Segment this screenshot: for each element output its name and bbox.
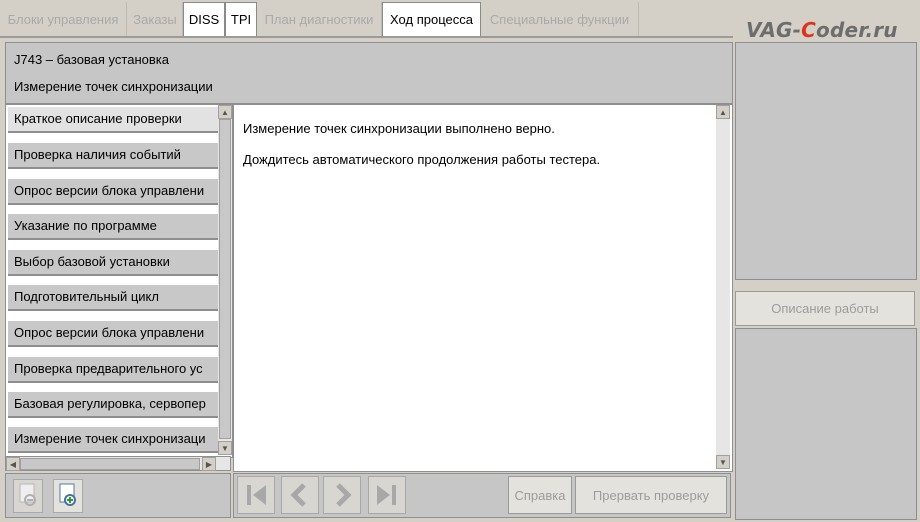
- tab-bar-divider: [0, 36, 733, 38]
- step-item[interactable]: Опрос версии блока управлени: [8, 321, 219, 347]
- tab-orders[interactable]: Заказы: [128, 2, 183, 36]
- message-panel: Измерение точек синхронизации выполнено …: [233, 104, 733, 472]
- chevron-right-icon: [336, 483, 352, 507]
- step-list-vscrollbar[interactable]: ▲ ▼: [218, 105, 232, 455]
- previous-step-button[interactable]: [281, 476, 319, 514]
- tab-special-functions[interactable]: Специальные функции: [481, 2, 639, 36]
- step-item[interactable]: Базовая регулировка, сервопер: [8, 392, 219, 418]
- message-line-1: Измерение точек синхронизации выполнено …: [243, 121, 555, 136]
- zoom-out-document-icon: [19, 483, 36, 506]
- scroll-thumb[interactable]: [219, 119, 231, 439]
- step-list-hscrollbar[interactable]: ◀ ▶: [5, 456, 231, 471]
- scroll-up-icon[interactable]: ▲: [716, 105, 730, 119]
- scroll-down-icon[interactable]: ▼: [218, 441, 232, 455]
- operation-title: Измерение точек синхронизации: [14, 79, 213, 94]
- message-line-2: Дождитесь автоматического продолжения ра…: [243, 152, 601, 167]
- step-item[interactable]: Выбор базовой установки: [8, 250, 219, 276]
- last-step-button[interactable]: [368, 476, 406, 514]
- hscroll-thumb[interactable]: [20, 458, 200, 470]
- step-item[interactable]: Краткое описание проверки: [8, 107, 219, 133]
- zoom-in-document-button[interactable]: [53, 479, 83, 513]
- first-step-button[interactable]: [237, 476, 275, 514]
- step-item[interactable]: Проверка наличия событий: [8, 143, 219, 169]
- right-info-panel: [735, 42, 917, 280]
- scroll-up-icon[interactable]: ▲: [218, 105, 232, 119]
- control-unit-title: J743 – базовая установка: [14, 52, 169, 67]
- scroll-down-icon[interactable]: ▼: [716, 455, 730, 469]
- skip-last-icon: [377, 485, 396, 505]
- scroll-right-icon[interactable]: ▶: [202, 457, 216, 471]
- tab-process-flow[interactable]: Ход процесса: [382, 2, 481, 36]
- next-step-button[interactable]: [323, 476, 361, 514]
- work-description-button[interactable]: Описание работы: [735, 291, 915, 326]
- step-item[interactable]: Подготовительный цикл: [8, 285, 219, 311]
- step-item[interactable]: Указание по программе: [8, 214, 219, 240]
- zoom-out-document-button[interactable]: [13, 479, 43, 513]
- skip-first-icon: [247, 485, 266, 505]
- step-item[interactable]: Измерение точек синхронизаци: [8, 427, 219, 453]
- step-list: Краткое описание проверки Проверка налич…: [5, 104, 233, 458]
- right-lower-panel: [735, 328, 917, 520]
- tab-control-units[interactable]: Блоки управления: [0, 2, 127, 36]
- tab-tpi[interactable]: TPI: [225, 2, 257, 36]
- procedure-header: J743 – базовая установка Измерение точек…: [5, 42, 733, 104]
- tab-diagnostic-plan[interactable]: План диагностики: [257, 2, 382, 36]
- scroll-left-icon[interactable]: ◀: [6, 457, 20, 471]
- step-item[interactable]: Опрос версии блока управлени: [8, 179, 219, 205]
- tab-diss[interactable]: DISS: [183, 2, 225, 36]
- step-item[interactable]: Проверка предварительного ус: [8, 357, 219, 383]
- help-button[interactable]: Справка: [508, 476, 572, 514]
- watermark-logo: VAG-Coder.ru: [746, 18, 898, 42]
- chevron-left-icon: [290, 483, 306, 507]
- abort-test-button[interactable]: Прервать проверку: [575, 476, 727, 514]
- zoom-in-document-icon: [59, 483, 76, 506]
- message-vscrollbar[interactable]: ▲ ▼: [716, 105, 730, 469]
